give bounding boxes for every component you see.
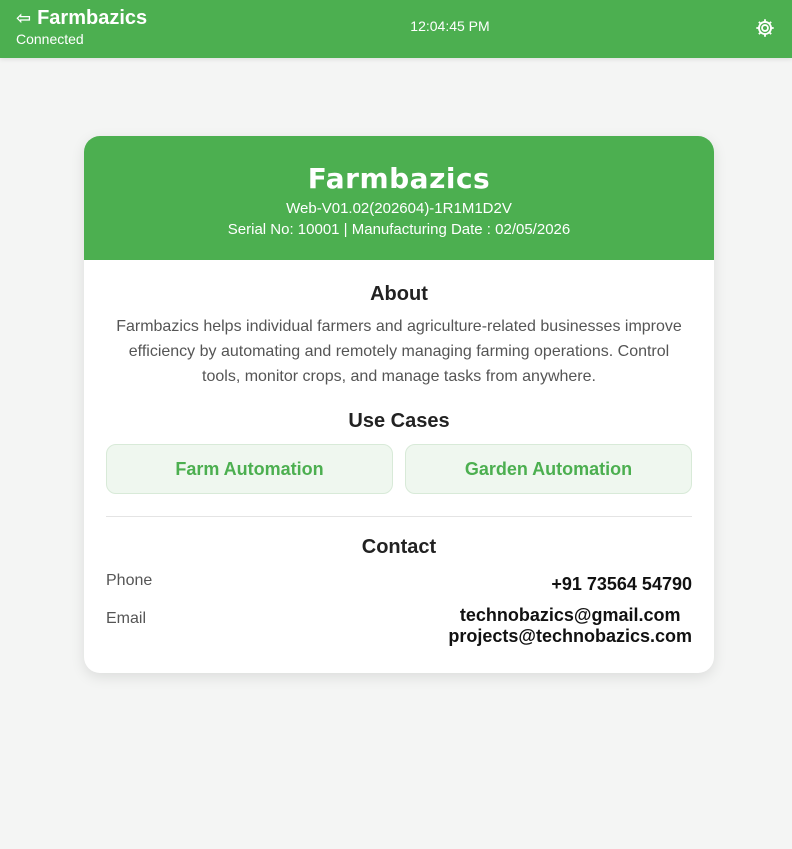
card-title: Farmbazics <box>307 162 491 195</box>
version-label: Web-V01.02(202604)-1R1M1D2V <box>286 200 512 217</box>
card-header: Farmbazics Web-V01.02(202604)-1R1M1D2V S… <box>84 136 714 260</box>
serial-and-date: Serial No: 10001 | Manufacturing Date : … <box>227 221 571 238</box>
settings-button[interactable] <box>754 17 776 39</box>
connection-status: Connected <box>16 31 84 47</box>
email-value-secondary[interactable]: projects@technobazics.com <box>448 626 692 647</box>
info-card: Farmbazics Web-V01.02(202604)-1R1M1D2V S… <box>84 136 714 673</box>
email-value-primary[interactable]: technobazics@gmail.com <box>448 605 692 626</box>
back-button[interactable]: ⇦ Farmbazics <box>16 7 147 29</box>
about-text: Farmbazics helps individual farmers and … <box>116 318 682 385</box>
phone-label: Phone <box>106 572 153 589</box>
use-cases-heading: Use Cases <box>348 410 450 432</box>
divider <box>106 516 692 517</box>
top-bar: ⇦ Farmbazics Connected 12:04:45 PM <box>0 0 792 58</box>
about-heading: About <box>370 283 428 305</box>
back-arrow-icon[interactable]: ⇦ <box>16 7 31 29</box>
gear-icon[interactable] <box>754 17 776 39</box>
use-cases-list: Farm Automation Garden Automation <box>106 444 692 494</box>
phone-row: Phone +91 73564 54790 <box>106 571 692 595</box>
email-row: Email technobazics@gmail.com projects@te… <box>106 605 692 647</box>
phone-value[interactable]: +91 73564 54790 <box>551 574 692 595</box>
email-values: technobazics@gmail.com projects@technoba… <box>448 605 692 647</box>
contact-heading: Contact <box>361 536 437 558</box>
clock: 12:04:45 PM <box>410 18 490 34</box>
use-case-farm-automation[interactable]: Farm Automation <box>106 444 393 494</box>
brand-block: ⇦ Farmbazics Connected <box>16 7 147 47</box>
use-case-garden-automation[interactable]: Garden Automation <box>405 444 692 494</box>
card-body: About Farmbazics helps individual farmer… <box>84 282 714 647</box>
app-name: Farmbazics <box>37 7 148 29</box>
email-label: Email <box>106 610 147 627</box>
